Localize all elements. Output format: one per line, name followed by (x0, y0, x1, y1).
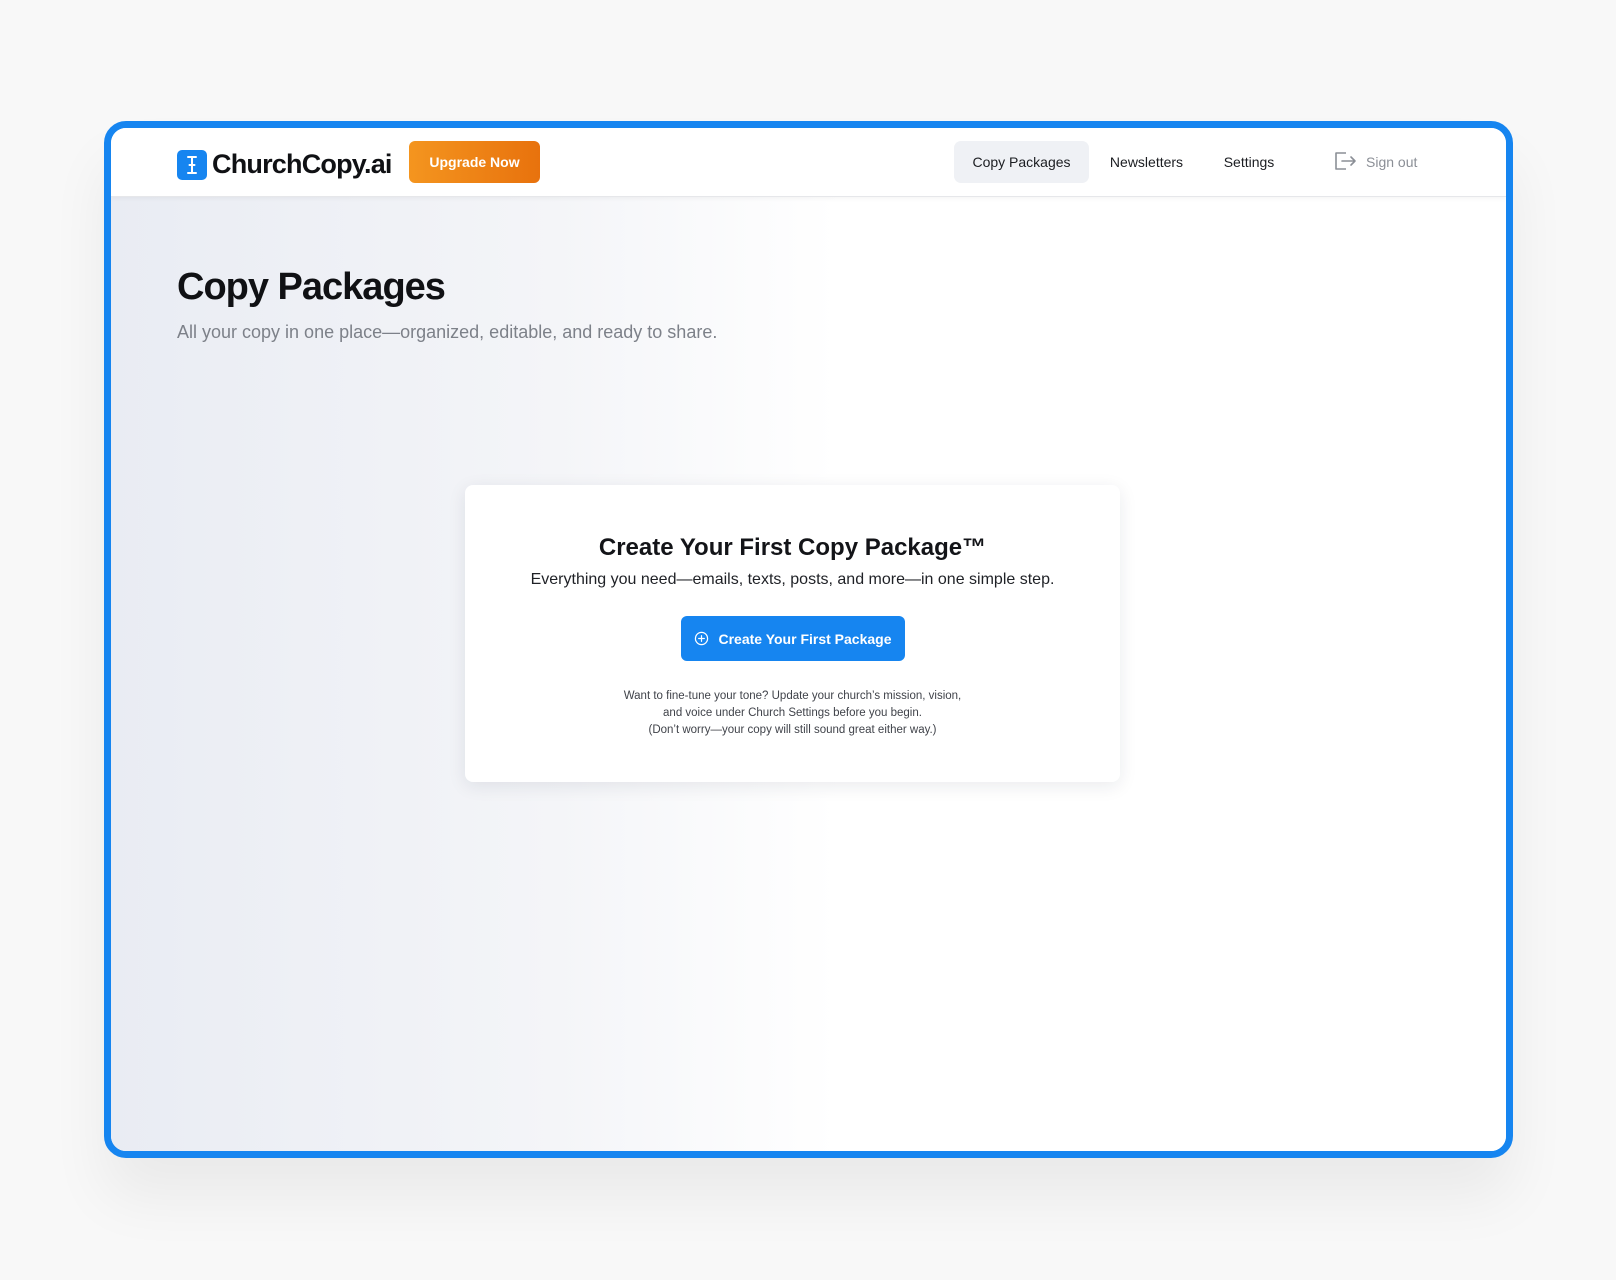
empty-state-description: Everything you need—emails, texts, posts… (530, 571, 1055, 588)
nav-settings[interactable]: Settings (1206, 141, 1292, 183)
sign-out-icon (1333, 151, 1357, 174)
top-navigation-bar: ChurchCopy.ai Upgrade Now Copy Packages … (111, 128, 1506, 197)
plus-circle-icon (694, 631, 709, 646)
brand-logo[interactable]: ChurchCopy.ai (177, 149, 392, 180)
empty-state-title: Create Your First Copy Package™ (598, 534, 987, 561)
main-content: Copy Packages All your copy in one place… (111, 197, 1506, 1151)
cursor-text-icon (177, 149, 207, 180)
page-title: Copy Packages (177, 266, 446, 308)
empty-state-note: Want to fine-tune your tone? Update your… (465, 688, 1120, 739)
nav-newsletters[interactable]: Newsletters (1092, 141, 1201, 183)
page-subtitle: All your copy in one place—organized, ed… (177, 322, 718, 342)
create-first-package-button[interactable]: Create Your First Package (681, 616, 905, 661)
brand-name: ChurchCopy.ai (212, 149, 392, 179)
app-window: ChurchCopy.ai Upgrade Now Copy Packages … (104, 121, 1513, 1158)
empty-state-card: Create Your First Copy Package™ Everythi… (465, 485, 1120, 782)
sign-out-button[interactable]: Sign out (1333, 141, 1417, 183)
note-line: and voice under Church Settings before y… (663, 707, 922, 719)
upgrade-now-button[interactable]: Upgrade Now (409, 141, 540, 183)
create-first-package-label: Create Your First Package (718, 630, 892, 647)
nav-copy-packages[interactable]: Copy Packages (954, 141, 1089, 183)
note-line: Want to fine-tune your tone? Update your… (623, 690, 962, 702)
sign-out-label: Sign out (1366, 154, 1418, 170)
note-line: (Don’t worry—your copy will still sound … (648, 724, 937, 736)
